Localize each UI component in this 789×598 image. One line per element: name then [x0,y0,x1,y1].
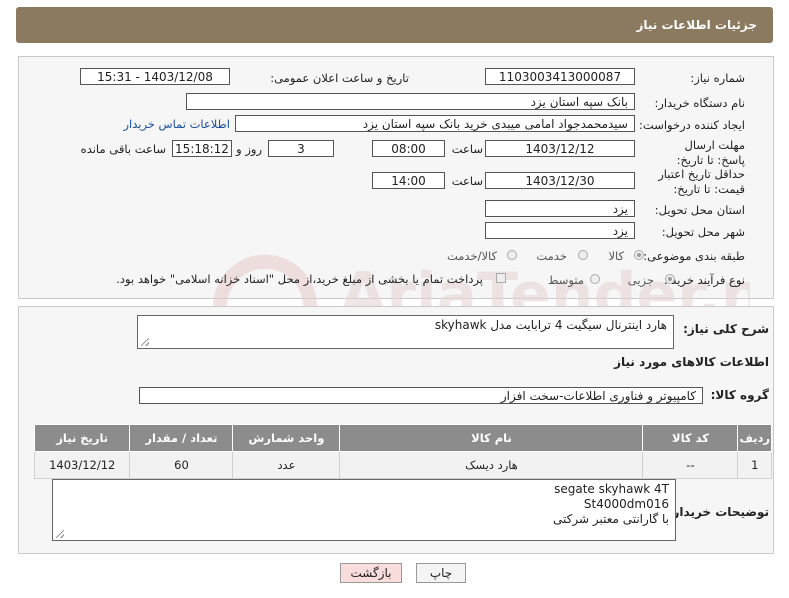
col-row-number: ردیف [737,424,772,452]
resize-grip-icon[interactable] [141,338,149,346]
remaining-time-field: 15:18:12 [172,140,232,157]
need-number-label: شماره نیاز: [690,71,745,85]
page-header: جزئیات اطلاعات نیاز [16,7,773,43]
province-label: استان محل تحویل: [654,203,745,217]
col-quantity: تعداد / مقدار [129,424,234,452]
description-text: هارد اینترنال سیگیت 4 ترابایت مدل skyhaw… [434,318,667,332]
goods-table: ردیف کد کالا نام کالا واحد شمارش تعداد /… [33,424,772,479]
province-field: یزد [485,200,635,217]
print-button[interactable]: چاپ [416,563,466,583]
reply-deadline-label: مهلت ارسال پاسخ: تا تاریخ: [676,138,745,167]
treasury-payment-checkbox[interactable] [496,273,506,283]
goods-section-title: اطلاعات کالاهای مورد نیاز [614,355,769,369]
purchase-option-minor: جزیی [627,273,654,287]
back-button[interactable]: بازگشت [340,563,402,583]
buyer-org-label: نام دستگاه خریدار: [654,96,745,110]
creator-field: سیدمحمدجواد امامی میبدی خرید بانک سپه اس… [235,115,635,132]
col-goods-code: کد کالا [642,424,739,452]
reply-time-label: ساعت [451,142,483,156]
price-time-label: ساعت [451,174,483,188]
announce-label: تاریخ و ساعت اعلان عمومی: [270,71,409,85]
buyer-notes-text: segate skyhawk 4T St4000dm016 با گارانتی… [53,480,675,527]
cell-quantity: 60 [129,451,234,479]
category-option-service: خدمت [536,249,567,263]
price-date-field: 1403/12/30 [485,172,635,189]
buyer-contact-link[interactable]: اطلاعات تماس خریدار [123,117,230,131]
cell-row-number: 1 [737,451,772,479]
category-radio-goods-service[interactable] [507,250,517,260]
reply-date-field: 1403/12/12 [485,140,635,157]
purchase-option-medium: متوسط [547,273,584,287]
table-header-row: ردیف کد کالا نام کالا واحد شمارش تعداد /… [33,424,772,452]
buyer-notes-line: segate skyhawk 4T [554,482,669,496]
treasury-payment-note: پرداخت تمام یا بخشی از مبلغ خرید،از محل … [116,272,483,286]
category-radio-service[interactable] [578,250,588,260]
city-label: شهر محل تحویل: [661,225,745,239]
buyer-notes-textarea[interactable]: segate skyhawk 4T St4000dm016 با گارانتی… [52,479,676,541]
city-field: یزد [485,222,635,239]
cell-need-date: 1403/12/12 [33,451,131,479]
description-textarea[interactable]: هارد اینترنال سیگیت 4 ترابایت مدل skyhaw… [137,315,674,349]
cell-goods-code: -- [642,451,739,479]
cell-goods-name: هارد دیسک [339,451,644,479]
purchase-type-label: نوع فرآیند خرید : [663,273,745,287]
days-remaining-field: 3 [268,140,334,157]
need-number-field: 1103003413000087 [485,68,635,85]
category-option-goods-service: کالا/خدمت [446,249,497,263]
buyer-notes-line: با گارانتی معتبر شرکتی [553,512,669,526]
cell-unit: عدد [232,451,341,479]
reply-time-field: 08:00 [372,140,445,157]
resize-grip-icon[interactable] [56,530,64,538]
goods-group-label: گروه کالا: [710,388,769,402]
creator-label: ایجاد کننده درخواست: [639,118,745,132]
description-label: شرح کلی نیاز: [683,322,769,336]
days-label: روز و [236,142,262,156]
category-option-goods: کالا [608,249,624,263]
category-label: طبقه بندی موضوعی: [643,249,745,263]
col-goods-name: نام کالا [339,424,644,452]
purchase-radio-medium[interactable] [590,274,600,284]
table-row: 1 -- هارد دیسک عدد 60 1403/12/12 [33,451,772,479]
goods-group-field: کامپیوتر و فناوری اطلاعات-سخت افزار [139,387,703,404]
price-validity-label: حداقل تاریخ اعتبار قیمت: تا تاریخ: [658,167,745,196]
col-need-date: تاریخ نیاز [33,424,131,452]
buyer-notes-line: St4000dm016 [583,497,669,511]
purchase-radio-minor[interactable] [665,274,675,284]
remaining-time-label: ساعت باقی مانده [80,142,166,156]
page-title: جزئیات اطلاعات نیاز [636,18,757,32]
buyer-org-field: بانک سپه استان یزد [186,93,635,110]
category-radio-goods[interactable] [634,250,644,260]
col-unit: واحد شمارش [232,424,341,452]
announce-field: 1403/12/08 - 15:31 [80,68,230,85]
buyer-notes-label: توضیحات خریدار: [667,505,769,519]
price-time-field: 14:00 [372,172,445,189]
